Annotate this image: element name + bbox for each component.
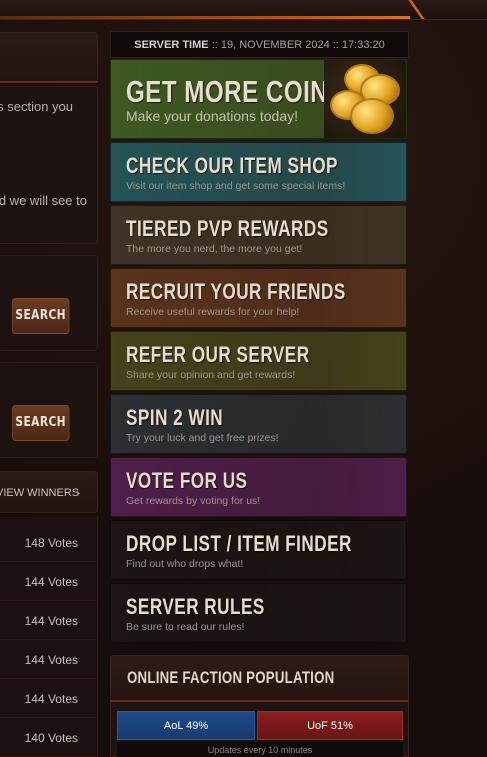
uof-population-bar: UoF 51% <box>257 711 403 740</box>
votes-list: 148 Votes 144 Votes 144 Votes 144 Votes … <box>0 516 98 757</box>
vote-count: 144 Votes <box>24 614 78 628</box>
list-item: 144 Votes <box>0 679 98 718</box>
recruit-friends-banner[interactable]: RECRUIT YOUR FRIENDS Receive useful rewa… <box>110 268 407 328</box>
banner-subtitle: Share your opinion and get rewards! <box>126 369 296 381</box>
vote-count: 144 Votes <box>24 692 78 706</box>
aol-population-bar: AoL 49% <box>117 711 255 740</box>
faction-title: ONLINE FACTION POPULATION <box>127 668 335 687</box>
banner-title: TIERED PVP REWARDS <box>126 216 329 241</box>
banner-subtitle: Be sure to read our rules! <box>126 621 245 633</box>
server-time-value: :: 19, NOVEMBER 2024 :: 17:33:20 <box>211 39 385 51</box>
search-button-2[interactable]: SEARCH <box>12 405 70 441</box>
banner-subtitle: Get rewards by voting for us! <box>126 495 261 507</box>
banner-subtitle: Receive useful rewards for your help! <box>126 306 300 318</box>
refer-server-banner[interactable]: REFER OUR SERVER Share your opinion and … <box>110 331 407 391</box>
info-text-1: s section you <box>0 99 73 114</box>
list-item: 144 Votes <box>0 562 98 601</box>
list-item: 148 Votes <box>0 523 98 562</box>
spin-2-win-banner[interactable]: SPIN 2 WIN Try your luck and get free pr… <box>110 394 407 454</box>
top-accent-line <box>0 16 410 19</box>
server-time: SERVER TIME :: 19, NOVEMBER 2024 :: 17:3… <box>110 31 409 58</box>
server-time-label: SERVER TIME <box>134 39 209 51</box>
search-button-1[interactable]: SEARCH <box>12 298 70 334</box>
banner-title: SPIN 2 WIN <box>126 405 224 430</box>
left-panel-header <box>0 32 98 83</box>
tiered-pvp-rewards-banner[interactable]: TIERED PVP REWARDS The more you nerd, th… <box>110 205 407 265</box>
banner-title: RECRUIT YOUR FRIENDS <box>126 279 346 304</box>
banner-title: REFER OUR SERVER <box>126 342 310 367</box>
list-item: 144 Votes <box>0 601 98 640</box>
banner-subtitle: Make your donations today! <box>126 108 298 124</box>
banner-subtitle: Try your luck and get free prizes! <box>126 432 279 444</box>
banner-subtitle: Visit our item shop and get some special… <box>126 180 346 192</box>
view-winners-link[interactable]: VIEW WINNERS › <box>0 471 98 513</box>
banner-title: DROP LIST / ITEM FINDER <box>126 531 352 556</box>
banner-title: CHECK OUR ITEM SHOP <box>126 153 338 178</box>
faction-header: ONLINE FACTION POPULATION <box>111 656 408 702</box>
item-shop-banner[interactable]: CHECK OUR ITEM SHOP Visit our item shop … <box>110 142 407 202</box>
chevron-right-icon: › <box>76 485 81 500</box>
info-text-2: d we will see to <box>0 193 87 208</box>
top-bar <box>0 0 487 20</box>
list-item: 140 Votes <box>0 718 98 757</box>
drop-list-banner[interactable]: DROP LIST / ITEM FINDER Find out who dro… <box>110 520 407 580</box>
banner-title: GET MORE COINS <box>126 74 345 109</box>
left-search-panel-2: SEARCH <box>0 362 98 458</box>
server-rules-banner[interactable]: SERVER RULES Be sure to read our rules! <box>110 583 407 643</box>
coins-icon <box>324 60 406 138</box>
vote-count: 144 Votes <box>24 653 78 667</box>
banner-subtitle: The more you nerd, the more you get! <box>126 243 303 255</box>
update-note: Updates every 10 minutes <box>117 742 403 757</box>
banner-title: VOTE FOR US <box>126 468 248 493</box>
list-item: 144 Votes <box>0 640 98 679</box>
vote-count: 148 Votes <box>24 536 78 550</box>
banner-subtitle: Find out who drops what! <box>126 558 244 570</box>
faction-population-panel: ONLINE FACTION POPULATION AoL 49% UoF 51… <box>110 655 409 757</box>
left-info-panel: s section you d we will see to <box>0 86 98 244</box>
left-search-panel-1: SEARCH <box>0 255 98 351</box>
vote-count: 140 Votes <box>24 731 78 745</box>
vote-count: 144 Votes <box>24 575 78 589</box>
view-winners-label: VIEW WINNERS <box>0 487 80 499</box>
get-more-coins-banner[interactable]: GET MORE COINS Make your donations today… <box>110 59 407 139</box>
banner-title: SERVER RULES <box>126 594 265 619</box>
vote-for-us-banner[interactable]: VOTE FOR US Get rewards by voting for us… <box>110 457 407 517</box>
